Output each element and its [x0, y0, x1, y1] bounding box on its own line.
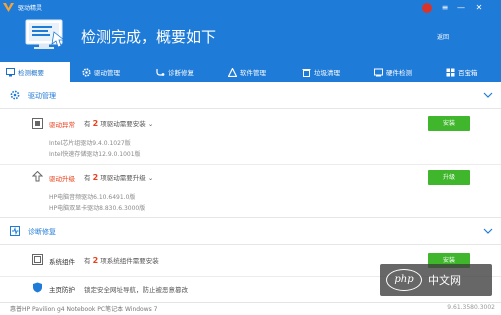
upgrade-arrow-icon: [32, 171, 43, 182]
driver-detail: HP电脑音频驱动6.10.6491.0版: [49, 194, 136, 201]
system-component-title: 系统组件: [49, 258, 75, 266]
driver-chip-icon: [32, 118, 43, 129]
title-bar: 驱动精灵 ≡ — ✕: [0, 0, 501, 16]
tab-label: 驱动管理: [94, 69, 120, 77]
tab-hardware-check[interactable]: 硬件检测: [368, 62, 418, 82]
status-bar: 惠普HP Pavilion g4 Notebook PC笔记本 Windows …: [0, 302, 501, 315]
toolbox-icon: [446, 68, 455, 76]
menu-icon[interactable]: ≡: [440, 3, 450, 13]
diagnose-icon: [10, 226, 20, 236]
tab-toolbox[interactable]: 百宝箱: [440, 62, 484, 82]
close-icon[interactable]: ✕: [474, 3, 484, 13]
driver-detail: HP电脑双显卡驱动8.830.6.3000版: [49, 205, 146, 212]
section-driver-manage[interactable]: 驱动管理: [0, 82, 501, 109]
homepage-protect-desc: 锁定安全网址导航，防止被恶意篡改: [84, 286, 188, 294]
section-diagnose-repair[interactable]: 诊断修复: [0, 217, 501, 245]
section-title: 诊断修复: [28, 228, 56, 236]
app-logo-icon: [3, 3, 14, 12]
shield-icon: [33, 282, 42, 293]
stethoscope-icon: [156, 68, 165, 76]
chevron-down-icon[interactable]: [483, 90, 493, 100]
tab-overview[interactable]: 检测概要: [0, 62, 70, 82]
version-label: 9.61.3580.3002: [447, 304, 495, 311]
minimize-icon[interactable]: —: [456, 3, 466, 13]
component-icon: [32, 254, 43, 265]
hardware-icon: [374, 68, 383, 76]
tab-diagnose-repair[interactable]: 诊断修复: [150, 62, 200, 82]
tab-label: 硬件检测: [386, 69, 412, 77]
gear-icon: [10, 90, 20, 100]
banner-title: 检测完成，概要如下: [81, 28, 217, 46]
chevron-down-icon[interactable]: ⌄: [148, 120, 153, 128]
tab-label: 百宝箱: [458, 69, 478, 77]
trash-icon: [302, 68, 311, 77]
system-component-desc: 有 2 项系统组件需要安装: [84, 256, 159, 265]
upgrade-driver-button[interactable]: 升级: [428, 170, 470, 185]
machine-info: 惠普HP Pavilion g4 Notebook PC笔记本 Windows …: [10, 306, 158, 313]
tab-label: 诊断修复: [168, 69, 194, 77]
homepage-protect-title: 主页防护: [49, 286, 75, 294]
install-driver-button[interactable]: 安装: [428, 116, 470, 131]
watermark: php 中文网: [380, 264, 492, 296]
divider: [0, 164, 501, 165]
driver-abnormal-desc: 有 2 项驱动需要安装 ⌄: [84, 119, 154, 128]
chevron-down-icon[interactable]: ⌄: [148, 174, 153, 182]
software-icon: [228, 67, 237, 77]
app-title: 驱动精灵: [18, 5, 43, 12]
watermark-text: 中文网: [428, 274, 461, 287]
header-banner: 驱动精灵 ≡ — ✕ 检测完成，概要如下 返回: [0, 0, 501, 60]
gear-icon: [82, 67, 91, 77]
driver-upgrade-title: 驱动升级: [49, 175, 75, 183]
tab-label: 垃圾清理: [314, 69, 340, 77]
monitor-icon: [6, 67, 15, 76]
tab-bar: 检测概要 驱动管理 诊断修复 软件管理 垃圾清理 硬件检测 百宝箱: [0, 60, 501, 82]
driver-abnormal-title: 驱动异常: [49, 121, 75, 129]
tab-software-manage[interactable]: 软件管理: [222, 62, 272, 82]
tab-driver-manage[interactable]: 驱动管理: [76, 62, 126, 82]
section-title: 驱动管理: [28, 92, 56, 100]
user-avatar-icon[interactable]: [422, 3, 432, 13]
driver-upgrade-desc: 有 2 项驱动需要升级 ⌄: [84, 173, 154, 182]
tab-label: 检测概要: [18, 69, 44, 77]
tab-junk-clean[interactable]: 垃圾清理: [296, 62, 346, 82]
chevron-down-icon[interactable]: [483, 226, 493, 236]
tab-label: 软件管理: [240, 69, 266, 77]
driver-detail: Intel芯片组驱动9.4.0.1027版: [49, 140, 131, 147]
back-link[interactable]: 返回: [437, 32, 449, 41]
monitor-illustration-icon: [25, 19, 66, 49]
php-logo: php: [386, 269, 422, 291]
driver-detail: Intel快速存储驱动12.9.0.1001版: [49, 151, 141, 158]
